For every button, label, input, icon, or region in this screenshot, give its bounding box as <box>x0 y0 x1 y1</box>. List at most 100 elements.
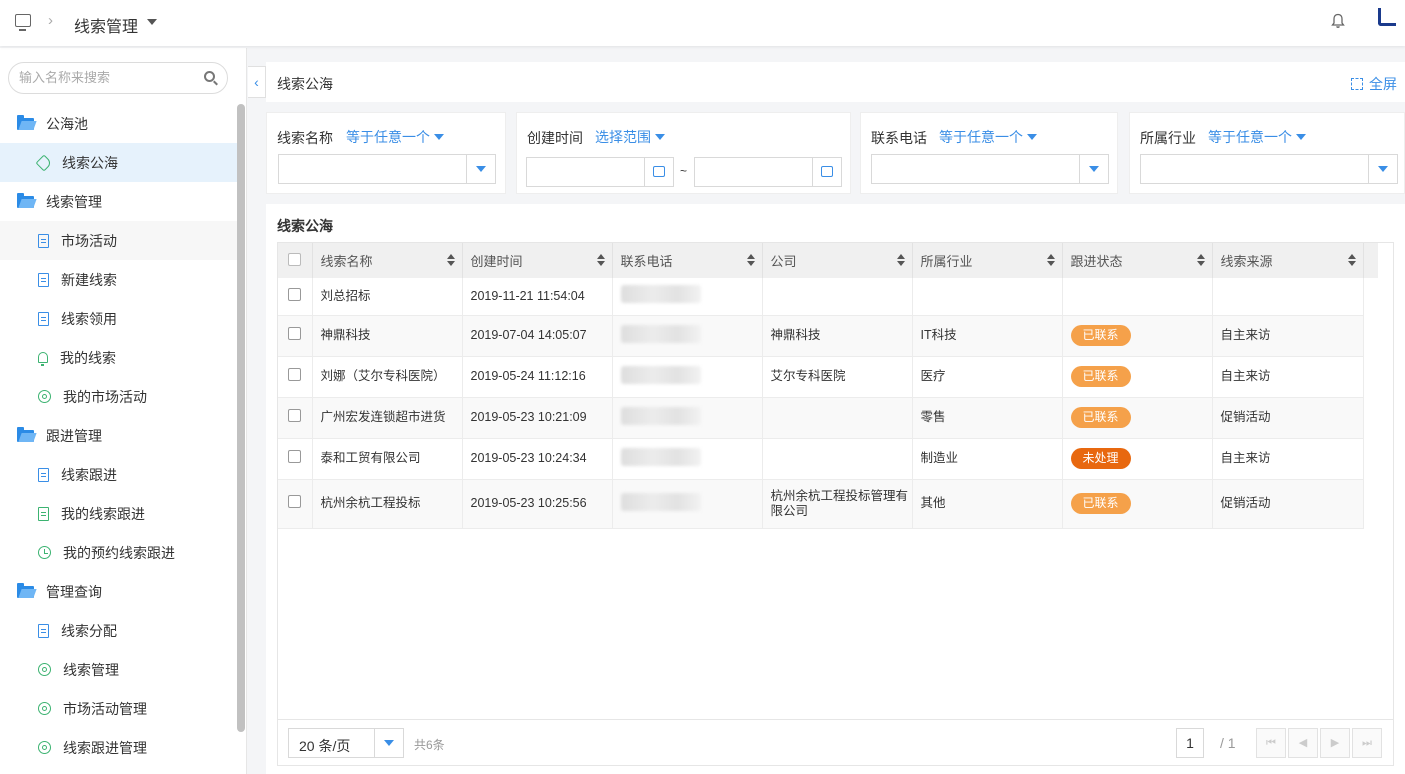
column-header-name[interactable]: 线索名称 <box>312 243 463 278</box>
folder-open-icon <box>17 114 34 130</box>
sidebar-item-my-scheduled-follow-up[interactable]: 我的预约线索跟进 <box>0 533 237 572</box>
dropdown-button[interactable] <box>1079 155 1108 183</box>
column-header-industry[interactable]: 所属行业 <box>912 243 1063 278</box>
cell-status: 未处理 <box>1062 438 1213 480</box>
folder-open-icon <box>17 192 34 208</box>
row-checkbox[interactable] <box>288 495 301 508</box>
industry-text: 其他 <box>920 496 946 510</box>
column-label: 跟进状态 <box>1070 254 1123 269</box>
row-checkbox[interactable] <box>288 327 301 340</box>
sort-icon[interactable] <box>596 254 605 266</box>
sidebar-scrollbar[interactable] <box>237 104 245 732</box>
cell-phone <box>612 315 763 357</box>
sidebar-item-lead-admin[interactable]: 线索管理 <box>0 650 237 689</box>
table-row[interactable]: 杭州余杭工程投标 2019-05-23 10:25:56 杭州余杭工程投标管理有限公… <box>278 479 1364 529</box>
sidebar-group-public-pool[interactable]: 公海池 <box>0 104 237 143</box>
first-page-button[interactable]: ⏮ <box>1256 728 1286 758</box>
sidebar-item-new-lead[interactable]: 新建线索 <box>0 260 237 299</box>
filter-operator-dropdown[interactable]: 等于任意一个 <box>1208 127 1306 147</box>
sidebar-group-follow-up[interactable]: 跟进管理 <box>0 416 237 455</box>
start-date-input[interactable] <box>526 157 674 187</box>
sidebar-item-my-leads[interactable]: 我的线索 <box>0 338 237 377</box>
industry-combobox[interactable] <box>1140 154 1398 184</box>
name-text: 泰和工贸有限公司 <box>320 451 421 465</box>
fullscreen-icon <box>1351 78 1363 90</box>
sort-icon[interactable] <box>1046 254 1055 266</box>
column-header-phone[interactable]: 联系电话 <box>612 243 763 278</box>
filter-created-time: 创建时间 选择范围 ~ <box>516 112 851 194</box>
sidebar-group-lead-management[interactable]: 线索管理 <box>0 182 237 221</box>
logo-icon[interactable] <box>1378 8 1396 26</box>
prev-page-button[interactable]: ◀ <box>1288 728 1318 758</box>
row-checkbox[interactable] <box>288 368 301 381</box>
page-title[interactable]: 线索管理 <box>74 13 138 37</box>
page-number-input[interactable]: 1 <box>1176 728 1204 758</box>
collapse-sidebar-button[interactable]: ‹ <box>248 66 266 98</box>
target-icon <box>38 702 51 715</box>
page-size-value: 20 条/页 <box>299 738 351 754</box>
page-size-select[interactable]: 20 条/页 <box>288 728 404 758</box>
calendar-icon[interactable] <box>644 158 673 186</box>
row-checkbox[interactable] <box>288 409 301 422</box>
dropdown-button[interactable] <box>1368 155 1397 183</box>
chevron-right-icon: › <box>48 12 53 29</box>
sidebar-search <box>8 62 228 94</box>
row-checkbox[interactable] <box>288 287 301 301</box>
bell-icon[interactable] <box>1331 13 1345 29</box>
sidebar-item-lead-follow-up[interactable]: 线索跟进 <box>0 455 237 494</box>
dropdown-button[interactable] <box>374 729 403 757</box>
search-icon[interactable] <box>204 71 215 82</box>
sort-icon[interactable] <box>1347 254 1356 266</box>
calendar-icon[interactable] <box>812 158 841 186</box>
dropdown-button[interactable] <box>466 155 495 183</box>
table-row[interactable]: 泰和工贸有限公司 2019-05-23 10:24:34 制造业 未处理 自主来访 <box>278 438 1364 480</box>
caret-down-icon[interactable] <box>147 19 157 25</box>
sidebar-item-follow-up-admin[interactable]: 线索跟进管理 <box>0 728 237 767</box>
sort-icon[interactable] <box>896 254 905 266</box>
fullscreen-button[interactable]: 全屏 <box>1351 74 1397 94</box>
lead-name-combobox[interactable] <box>278 154 496 184</box>
filter-operator-dropdown[interactable]: 等于任意一个 <box>346 127 444 147</box>
select-all-checkbox[interactable] <box>288 252 301 266</box>
sort-icon[interactable] <box>746 254 755 266</box>
column-header-status[interactable]: 跟进状态 <box>1062 243 1213 278</box>
sidebar-item-label: 市场活动管理 <box>63 700 147 717</box>
filter-lead-name: 线索名称 等于任意一个 <box>266 112 506 194</box>
filter-operator-dropdown[interactable]: 等于任意一个 <box>939 127 1037 147</box>
sidebar-item-lead-claim[interactable]: 线索领用 <box>0 299 237 338</box>
created-text: 2019-07-04 14:05:07 <box>470 328 587 342</box>
cell-industry: 零售 <box>912 397 1063 439</box>
table-body: 刘总招标 2019-11-21 11:54:04 神鼎科技 2019-07-04 14… <box>278 278 1364 529</box>
filter-operator-dropdown[interactable]: 选择范围 <box>595 127 665 147</box>
caret-down-icon <box>434 134 444 140</box>
sort-icon[interactable] <box>1196 254 1205 266</box>
next-page-button[interactable]: ▶ <box>1320 728 1350 758</box>
monitor-icon[interactable] <box>15 14 31 31</box>
table-row[interactable]: 神鼎科技 2019-07-04 14:05:07 神鼎科技 IT科技 已联系 自主来访 <box>278 315 1364 357</box>
fullscreen-label: 全屏 <box>1369 76 1397 92</box>
sidebar-item-lead-pool[interactable]: 线索公海 <box>0 143 237 182</box>
sidebar-item-label: 我的线索 <box>60 349 116 366</box>
status-badge: 已联系 <box>1070 493 1131 514</box>
table-row[interactable]: 刘总招标 2019-11-21 11:54:04 <box>278 278 1364 316</box>
sidebar-item-my-lead-follow-up[interactable]: 我的线索跟进 <box>0 494 237 533</box>
table-row[interactable]: 刘娜（艾尔专科医院） 2019-05-24 11:12:16 艾尔专科医院 医疗 已联系… <box>278 356 1364 398</box>
end-date-input[interactable] <box>694 157 842 187</box>
column-header-created[interactable]: 创建时间 <box>462 243 613 278</box>
target-icon <box>38 663 51 676</box>
company-text: 杭州余杭工程投标管理有限公司 <box>770 488 909 518</box>
phone-combobox[interactable] <box>871 154 1109 184</box>
sidebar-group-management-query[interactable]: 管理查询 <box>0 572 237 611</box>
sort-icon[interactable] <box>446 254 455 266</box>
column-header-source[interactable]: 线索来源 <box>1212 243 1364 278</box>
sidebar-item-marketing-activities[interactable]: 市场活动 <box>0 221 237 260</box>
filter-operator-label: 选择范围 <box>595 129 651 145</box>
sidebar-item-my-marketing-activities[interactable]: 我的市场活动 <box>0 377 237 416</box>
sidebar-item-marketing-admin[interactable]: 市场活动管理 <box>0 689 237 728</box>
last-page-button[interactable]: ⏭ <box>1352 728 1382 758</box>
row-checkbox[interactable] <box>288 450 301 463</box>
table-row[interactable]: 广州宏发连锁超市进货 2019-05-23 10:21:09 零售 已联系 促销活动 <box>278 397 1364 439</box>
column-header-company[interactable]: 公司 <box>762 243 913 278</box>
search-input[interactable] <box>19 70 199 85</box>
sidebar-item-lead-assignment[interactable]: 线索分配 <box>0 611 237 650</box>
